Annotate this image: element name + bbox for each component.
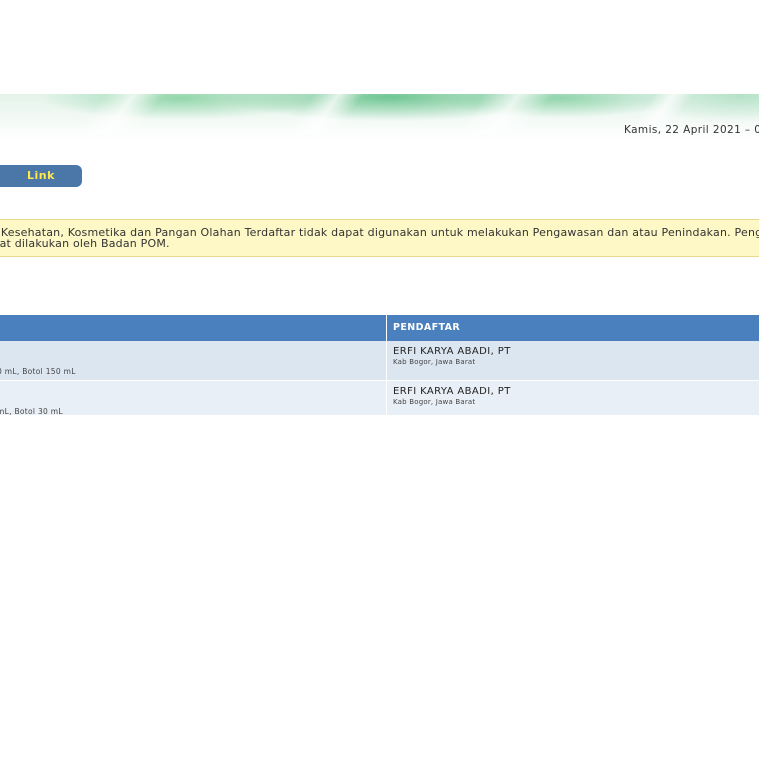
registrant-location: Kab Bogor, Jawa Barat xyxy=(393,358,476,366)
table-row[interactable]: mL, Botol 30 mL ERFI KARYA ABADI, PT Kab… xyxy=(0,381,759,416)
product-table: PENDAFTAR 0 mL, Botol 150 mL ERFI KARYA … xyxy=(0,315,759,416)
table-header: PENDAFTAR xyxy=(0,315,759,341)
banner-decoration xyxy=(285,94,365,134)
column-divider xyxy=(386,341,387,380)
registrant-name: ERFI KARYA ABADI, PT xyxy=(393,346,511,357)
disclaimer-text-line: k dapat dilakukan oleh Badan POM. xyxy=(0,237,170,250)
link-button[interactable]: Link xyxy=(0,165,82,187)
banner-decoration xyxy=(455,94,555,134)
column-divider xyxy=(386,315,387,341)
column-divider xyxy=(386,381,387,415)
table-row[interactable]: 0 mL, Botol 150 mL ERFI KARYA ABADI, PT … xyxy=(0,341,759,381)
current-datetime: Kamis, 22 April 2021 – 07:37:3 xyxy=(624,124,759,136)
registrant-name: ERFI KARYA ABADI, PT xyxy=(393,386,511,397)
column-header-registrant: PENDAFTAR xyxy=(393,322,461,333)
packaging-detail: mL, Botol 30 mL xyxy=(0,407,63,416)
registrant-location: Kab Bogor, Jawa Barat xyxy=(393,398,476,406)
disclaimer-notice: n Kesehatan, Kosmetika dan Pangan Olahan… xyxy=(0,219,759,257)
banner-decoration xyxy=(75,94,165,134)
packaging-detail: 0 mL, Botol 150 mL xyxy=(0,367,76,376)
page: Kamis, 22 April 2021 – 07:37:3 Link n Ke… xyxy=(0,0,759,759)
